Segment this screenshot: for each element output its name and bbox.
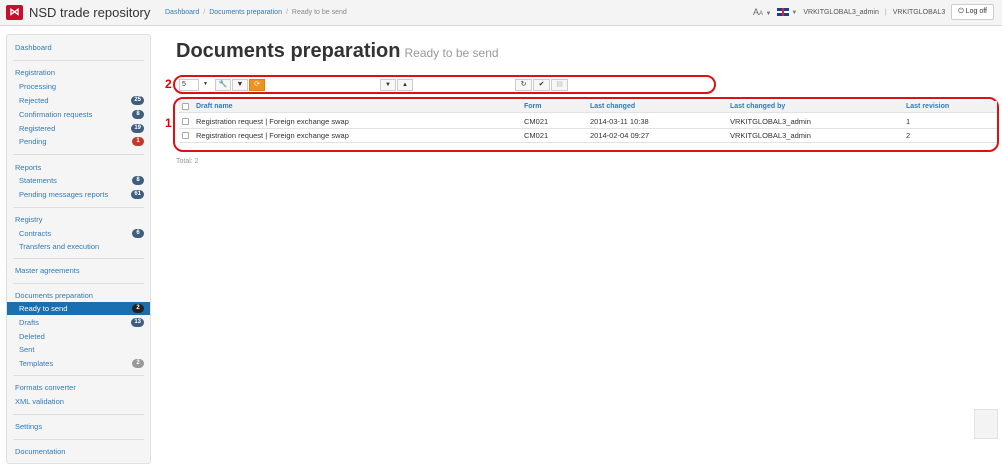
user-name: VRKITGLOBAL3_admin (803, 8, 879, 16)
cell-last-changed: 2014-03-11 10:38 (590, 117, 649, 126)
cell-draft-name[interactable]: Registration request | Foreign exchange … (196, 115, 349, 129)
sidebar-item-statements[interactable]: Statements 8 (7, 174, 150, 187)
cell-last-changed-by: VRKITGLOBAL3_admin (730, 117, 811, 126)
cell-form: CM021 (524, 131, 549, 140)
sidebar-divider (13, 439, 144, 440)
count-badge: 61 (131, 190, 144, 199)
wrench-icon[interactable]: 🔧 (215, 79, 231, 91)
sidebar-item-processing[interactable]: Processing (7, 80, 150, 93)
column-header-last-changed-by[interactable]: Last changed by (730, 101, 785, 113)
row-checkbox[interactable] (182, 132, 189, 139)
sidebar-item-deleted[interactable]: Deleted (7, 330, 150, 343)
page-title: Documents preparation Ready to be send (176, 40, 499, 62)
cell-last-changed: 2014-02-04 09:27 (590, 131, 650, 140)
cell-last-revision: 1 (906, 117, 911, 126)
sidebar-item-dashboard[interactable]: Dashboard (7, 41, 150, 54)
caret-down-icon[interactable]: ▼ (200, 79, 211, 91)
breadcrumb-documents-preparation[interactable]: Documents preparation (209, 9, 282, 16)
power-icon: ⏻ (958, 8, 964, 15)
refresh-sync-icon[interactable]: ⟳ (249, 79, 265, 91)
column-header-last-changed[interactable]: Last changed (590, 101, 635, 113)
sidebar-item-documentation[interactable]: Documentation (7, 445, 150, 458)
breadcrumb-current: Ready to be send (291, 9, 347, 16)
column-header-draft-name[interactable]: Draft name (196, 101, 233, 113)
column-header-form[interactable]: Form (524, 101, 542, 113)
table-row[interactable]: Registration request | Foreign exchange … (179, 115, 997, 129)
sidebar-item-rejected[interactable]: Rejected 25 (7, 94, 150, 107)
uk-flag-icon (777, 8, 790, 16)
org-name: VRKITGLOBAL3 (892, 8, 946, 16)
font-size-control[interactable]: AA ▼ (753, 7, 772, 17)
select-all-checkbox[interactable] (182, 103, 189, 110)
table-header: Draft name Form Last changed Last change… (179, 101, 997, 113)
sidebar-item-confirmation-requests[interactable]: Confirmation requests 8 (7, 108, 150, 121)
sidebar-item-pending[interactable]: Pending 1 (7, 135, 150, 148)
table-row[interactable]: Registration request | Foreign exchange … (179, 129, 997, 143)
sidebar-item-registry[interactable]: Registry (7, 213, 150, 226)
sidebar-item-sent[interactable]: Sent (7, 343, 150, 356)
sort-down-icon[interactable]: ▼ (380, 79, 396, 91)
count-badge: 19 (131, 124, 144, 133)
sidebar-divider (13, 283, 144, 284)
cell-draft-name[interactable]: Registration request | Foreign exchange … (196, 129, 349, 143)
sidebar-divider (13, 258, 144, 259)
scroll-to-top-button[interactable] (974, 409, 998, 439)
check-icon[interactable]: ✔ (533, 79, 550, 91)
sidebar-divider (13, 60, 144, 61)
sidebar-item-transfers-and-execution[interactable]: Transfers and execution (7, 240, 150, 253)
count-badge: 8 (132, 176, 144, 185)
sidebar-item-xml-validation[interactable]: XML validation (7, 395, 150, 408)
column-header-last-revision[interactable]: Last revision (906, 101, 949, 113)
cell-last-changed-by: VRKITGLOBAL3_admin (730, 131, 811, 140)
header-right: AA ▼ ▼ VRKITGLOBAL3_admin | VRKITGLOBAL3 ⏻… (753, 4, 994, 20)
sort-up-icon[interactable]: ▲ (397, 79, 413, 91)
sidebar-item-drafts[interactable]: Drafts 13 (7, 316, 150, 329)
count-badge: 2 (132, 304, 144, 313)
breadcrumb-dashboard[interactable]: Dashboard (165, 9, 199, 16)
reload-icon[interactable]: ↻ (515, 79, 532, 91)
breadcrumb: Dashboard / Documents preparation / Ready to… (165, 9, 347, 16)
logoff-button[interactable]: ⏻ Log off (951, 4, 994, 20)
sidebar-item-settings[interactable]: Settings (7, 420, 150, 433)
sidebar-divider (13, 207, 144, 208)
language-selector[interactable]: ▼ (777, 8, 797, 16)
top-header: ⋈ NSD trade repository Dashboard / Documen… (0, 0, 1002, 26)
count-badge: 13 (131, 318, 144, 327)
cell-form: CM021 (524, 117, 549, 126)
count-badge: 1 (132, 137, 144, 146)
sidebar-item-master-agreements[interactable]: Master agreements (7, 264, 150, 277)
cell-last-revision: 2 (906, 131, 911, 140)
sidebar-item-templates[interactable]: Templates 2 (7, 357, 150, 370)
sidebar-item-contracts[interactable]: Contracts 6 (7, 227, 150, 240)
sidebar-item-pending-messages-reports[interactable]: Pending messages reports 61 (7, 188, 150, 201)
sidebar-divider (13, 375, 144, 376)
sidebar-item-registered[interactable]: Registered 19 (7, 122, 150, 135)
count-badge: 2 (132, 359, 144, 368)
sidebar-item-registration[interactable]: Registration (7, 66, 150, 79)
app-title[interactable]: NSD trade repository (29, 5, 150, 20)
count-badge: 6 (132, 229, 144, 238)
count-badge: 8 (132, 110, 144, 119)
sidebar-item-documents-preparation[interactable]: Documents preparation (7, 289, 150, 302)
sidebar: Dashboard Registration Processing Reject… (6, 34, 151, 464)
sidebar-item-ready-to-send[interactable]: Ready to send 2 (7, 302, 150, 315)
filter-icon[interactable]: ▼ (232, 79, 248, 91)
page-subtitle: Ready to be send (404, 46, 499, 60)
page-size-select[interactable]: 5 (179, 79, 199, 91)
row-checkbox[interactable] (182, 118, 189, 125)
sidebar-item-reports[interactable]: Reports (7, 161, 150, 174)
count-badge: 25 (131, 96, 144, 105)
annotation-marker-1: 1 (165, 116, 172, 130)
annotation-marker-2: 2 (165, 77, 172, 91)
delete-icon[interactable]: ▤ (551, 79, 568, 91)
sidebar-divider (13, 154, 144, 155)
sidebar-divider (13, 414, 144, 415)
sidebar-item-formats-converter[interactable]: Formats converter (7, 381, 150, 394)
total-count: Total: 2 (176, 158, 199, 165)
nsd-logo-icon[interactable]: ⋈ (6, 5, 23, 20)
